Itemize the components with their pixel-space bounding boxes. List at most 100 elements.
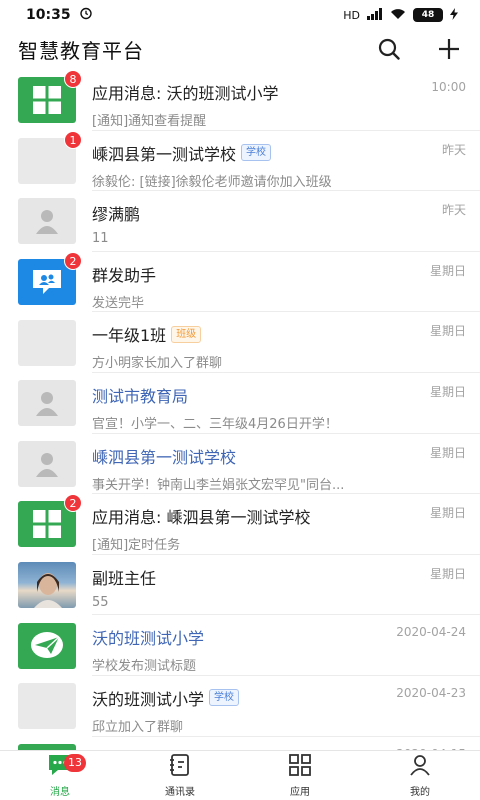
- conversation-row[interactable]: 沃的班测试小学学校发布测试标题 2020-04-24: [0, 615, 480, 676]
- avatar: [18, 198, 76, 245]
- person-silhouette-icon: [36, 392, 58, 417]
- nav-item[interactable]: 消息 13: [0, 751, 120, 800]
- avatar: [18, 440, 76, 487]
- contacts-book-icon: [168, 753, 192, 781]
- conversation-title: 群发助手: [92, 265, 157, 285]
- conversation-time: 2020-04-23: [396, 685, 466, 700]
- apps-grid-icon: [288, 753, 312, 781]
- conversation-preview: 11: [92, 231, 109, 247]
- plus-icon: [439, 39, 459, 59]
- avatar: [18, 380, 76, 427]
- conversation-title: 一年级1班: [92, 326, 167, 346]
- conversation-tag: 学校: [241, 144, 272, 162]
- status-time: 10:35: [26, 7, 71, 23]
- conversation-row[interactable]: 2 应用消息: 嵊泗县第一测试学校 [通知]定时任务 星期日: [0, 494, 480, 555]
- conversation-title: 沃的班测试小学: [92, 629, 205, 649]
- conversation-row[interactable]: 中国智慧教育APP2020-04-15: [0, 737, 480, 750]
- nav-label: 应用: [290, 787, 310, 798]
- conversation-title: 沃的班测试小学: [92, 689, 205, 709]
- wifi-icon: [390, 8, 406, 23]
- plane-avatar: [18, 622, 76, 669]
- conversation-time: 2020-04-24: [396, 625, 466, 640]
- conversation-row[interactable]: 缪满鹏 11 昨天: [0, 191, 480, 252]
- conversation-time: 昨天: [441, 203, 466, 218]
- nav-label: 消息: [50, 787, 70, 798]
- conversation-time: 10:00: [431, 80, 466, 94]
- grid-icon: [33, 86, 61, 115]
- conversation-preview: 方小明家长加入了群聊: [92, 356, 223, 372]
- conversation-time: 星期日: [429, 445, 466, 460]
- conversation-title: 缪满鹏: [92, 205, 141, 225]
- conversation-preview: 官宣！小学一、二、三年级4月26日开学！: [92, 416, 338, 432]
- conversation-time: 星期日: [429, 384, 466, 399]
- conversation-time: 星期日: [429, 324, 466, 339]
- network-label: HD: [343, 8, 360, 22]
- conversation-list[interactable]: 8 应用消息: 沃的班测试小学 [通知]通知查看提醒 10:00 1 嵊泗县第一测试学校学…: [0, 70, 480, 750]
- avatar: 8: [18, 70, 82, 124]
- conversation-title: 应用消息: 嵊泗县第一测试学校: [92, 508, 311, 528]
- person-silhouette-icon: [36, 452, 58, 477]
- conversation-preview: [通知]定时任务: [92, 538, 181, 554]
- search-icon: [378, 38, 400, 60]
- conversation-row[interactable]: 1 嵊泗县第一测试学校 学校徐毅伦: [链接]徐毅伦老师邀请你加入班级 昨天: [0, 130, 480, 192]
- unread-badge: 1: [64, 130, 82, 149]
- nav-item[interactable]: 我的: [360, 751, 480, 800]
- conversation-row[interactable]: 副班主任 55 星期日: [0, 555, 480, 616]
- nav-label: 通讯录: [165, 787, 195, 798]
- group-avatar: [18, 319, 76, 366]
- broadcast-icon: [33, 270, 61, 295]
- default-person-avatar: [18, 380, 76, 427]
- person-silhouette-icon: [36, 210, 58, 235]
- conversation-title: 测试市教育局: [92, 386, 189, 406]
- nav-label: 我的: [410, 787, 430, 798]
- conversation-row[interactable]: 一年级1班 班级方小明家长加入了群聊 星期日: [0, 312, 480, 373]
- conversation-title: 副班主任: [92, 568, 157, 588]
- conversation-row[interactable]: 8 应用消息: 沃的班测试小学 [通知]通知查看提醒 10:00: [0, 70, 480, 131]
- person-icon: [408, 753, 432, 781]
- conversation-row[interactable]: 嵊泗县第一测试学校 事关开学！钟南山李兰娟张文宏罕见"同台... 星期日: [0, 434, 480, 495]
- alarm-icon: [79, 6, 93, 24]
- conversation-preview: 发送完毕: [92, 295, 145, 311]
- avatar: 2: [18, 252, 82, 306]
- nav-item[interactable]: 应用: [240, 751, 360, 800]
- default-person-avatar: [18, 440, 76, 487]
- conversation-title: 应用消息: 沃的班测试小学: [92, 84, 279, 103]
- conversation-tag: 班级: [171, 325, 202, 343]
- bottom-nav: 消息 13 通讯录 应用 我的: [0, 750, 480, 800]
- conversation-time: 星期日: [429, 566, 466, 581]
- avatar: 2: [18, 494, 82, 548]
- avatar: 1: [18, 130, 82, 184]
- app-header: 智慧教育平台: [0, 30, 480, 68]
- avatar: [18, 622, 76, 669]
- unread-badge: 8: [64, 70, 82, 89]
- portrait-photo: [34, 573, 62, 609]
- conversation-row[interactable]: 测试市教育局官宣！小学一、二、三年级4月26日开学！ 星期日: [0, 373, 480, 434]
- nav-item[interactable]: 通讯录: [120, 751, 240, 800]
- conversation-time: 昨天: [441, 142, 466, 157]
- conversation-row[interactable]: 沃的班测试小学 学校邱立加入了群聊 2020-04-23: [0, 676, 480, 737]
- conversation-preview: 徐毅伦: [链接]徐毅伦老师邀请你加入班级: [92, 174, 332, 190]
- unread-badge: 2: [64, 494, 82, 513]
- conversation-tag: 学校: [209, 689, 240, 707]
- nav-unread-badge: 13: [64, 754, 86, 772]
- group-avatar: [18, 683, 76, 730]
- grid-icon: [33, 510, 61, 539]
- status-bar: 10:35 HD 48: [0, 0, 480, 30]
- avatar: [18, 319, 76, 366]
- avatar: [18, 683, 76, 730]
- search-button[interactable]: [376, 36, 402, 62]
- conversation-preview: [通知]通知查看提醒: [92, 114, 207, 129]
- conversation-preview: 事关开学！钟南山李兰娟张文宏罕见"同台...: [92, 477, 345, 493]
- conversation-title: 嵊泗县第一测试学校: [92, 144, 237, 164]
- conversation-row[interactable]: 2 群发助手 发送完毕 星期日: [0, 252, 480, 313]
- battery-indicator: 48: [413, 8, 443, 22]
- avatar: [18, 562, 76, 609]
- add-button[interactable]: [436, 36, 462, 62]
- default-person-avatar: [18, 198, 76, 245]
- signal-icon: [367, 7, 383, 23]
- paper-plane-icon: [31, 631, 63, 658]
- conversation-preview: 学校发布测试标题: [92, 659, 197, 675]
- conversation-preview: 55: [92, 594, 109, 610]
- unread-badge: 2: [64, 252, 82, 271]
- conversation-preview: 邱立加入了群聊: [92, 719, 184, 735]
